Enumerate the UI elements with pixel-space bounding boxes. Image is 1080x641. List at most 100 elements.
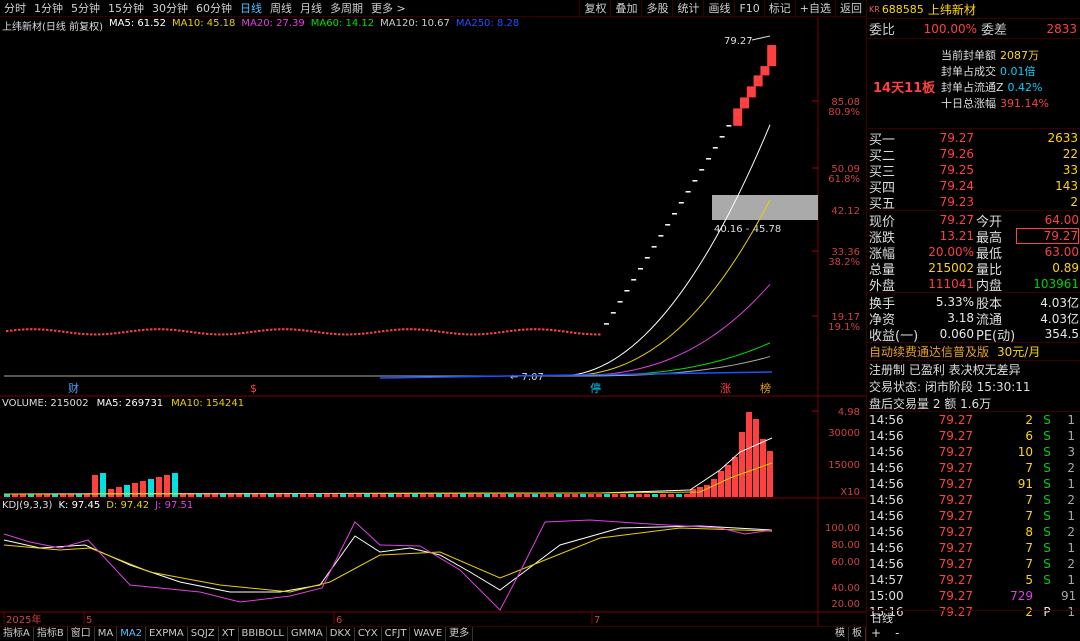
candle xyxy=(190,331,193,334)
candle xyxy=(426,329,429,332)
kdj-legend: KDJ(9,3,3) K: 97.45 D: 97.42 J: 97.51 xyxy=(2,500,193,513)
candle xyxy=(58,330,61,333)
tick-row[interactable]: 14:56 79.27 7 S 1 xyxy=(869,540,1080,556)
tick-row[interactable]: 14:57 79.27 5 S 1 xyxy=(869,572,1080,588)
candle xyxy=(186,330,189,333)
indicator-tab-12[interactable]: CFJT xyxy=(382,627,411,641)
tick-row[interactable]: 14:56 79.27 91 S 1 xyxy=(869,476,1080,492)
zoom-in-icon[interactable]: + xyxy=(871,626,881,641)
tick-row[interactable]: 14:56 79.27 10 S 3 xyxy=(869,444,1080,460)
period-status: 日线 xyxy=(867,610,1080,626)
fund-value-1: 5.33% xyxy=(935,295,974,309)
candle xyxy=(518,329,521,332)
seal-value: 391.14% xyxy=(1000,96,1049,110)
tick-list[interactable]: 14:56 79.27 2 S 1 14:56 79.27 6 S 1 14:56 79.27 10 S 3… xyxy=(867,412,1080,620)
kdj-k-label: K: 97.45 xyxy=(58,500,101,511)
indicator-tab-7[interactable]: XT xyxy=(219,627,239,641)
bid-row[interactable]: 买五 79.23 2 xyxy=(869,194,1080,212)
indicator-tab-6[interactable]: SQJZ xyxy=(188,627,219,641)
candle xyxy=(374,331,377,334)
volume-bar xyxy=(244,494,250,497)
indicator-tab-4[interactable]: MA2 xyxy=(117,627,147,641)
candle xyxy=(318,331,321,334)
indicator-tab-0[interactable]: 指标A xyxy=(0,627,34,641)
tick-volume: 7 xyxy=(1025,557,1033,571)
candle xyxy=(358,332,361,335)
tick-price: 79.27 xyxy=(938,429,973,443)
event-marker[interactable]: $ xyxy=(250,382,257,395)
tick-row[interactable]: 14:56 79.27 7 S 2 xyxy=(869,556,1080,572)
volume-bar xyxy=(644,494,650,497)
candle xyxy=(6,330,9,333)
promo-banner[interactable]: 自动续费通达信普及版 30元/月 xyxy=(867,343,1080,361)
tick-row[interactable]: 14:56 79.27 2 S 1 xyxy=(869,412,1080,428)
indicator-tab-13[interactable]: WAVE xyxy=(410,627,447,641)
indicator-tab-5[interactable]: EXPMA xyxy=(146,627,188,641)
tick-time: 14:56 xyxy=(869,429,904,443)
indicator-tab-list: 指标A 指标B 窗口 MA MA2 EXPMA SQJZ XT BBIBOLL GMMA DKX CY… xyxy=(0,627,474,641)
candle xyxy=(322,331,325,334)
indicator-tab-8[interactable]: BBIBOLL xyxy=(239,627,288,641)
candle xyxy=(753,75,763,87)
seal-row: 当前封单额 2087万 xyxy=(941,47,1049,63)
tick-time: 14:56 xyxy=(869,525,904,539)
indicator-tab-1[interactable]: 指标B xyxy=(34,627,68,641)
quote-panel: KR 688585 上纬新材 委比 100.00% 委差 2833 14天11板… xyxy=(866,0,1080,641)
tick-volume: 5 xyxy=(1025,573,1033,587)
tick-side: S xyxy=(1043,493,1051,507)
candle xyxy=(346,333,349,336)
tick-row[interactable]: 14:56 79.27 7 S 2 xyxy=(869,460,1080,476)
weicha-label: 委差 xyxy=(981,23,1008,38)
tick-price: 79.27 xyxy=(938,477,973,491)
candle xyxy=(38,328,41,331)
tick-side: S xyxy=(1043,525,1051,539)
candle xyxy=(574,331,577,334)
tick-row[interactable]: 14:56 79.27 7 S 1 xyxy=(869,508,1080,524)
volume-bar xyxy=(628,494,634,497)
candle xyxy=(526,328,529,331)
candle xyxy=(218,333,221,336)
zoom-out-icon[interactable]: - xyxy=(895,626,899,641)
ma250-line xyxy=(379,371,773,379)
indicator-tab-9[interactable]: GMMA xyxy=(288,627,327,641)
candle xyxy=(740,97,749,109)
tick-row[interactable]: 14:56 79.27 6 S 1 xyxy=(869,428,1080,444)
event-marker[interactable]: 停 xyxy=(590,381,601,395)
candle xyxy=(222,333,225,336)
fib-label: 38.2% xyxy=(828,257,860,268)
indicator-tab-2[interactable]: 窗口 xyxy=(68,627,95,641)
tick-row[interactable]: 15:00 79.27 729 91 xyxy=(869,588,1080,604)
template-button-0[interactable]: 模 xyxy=(832,627,849,641)
candle xyxy=(262,329,265,332)
event-marker[interactable]: 榜 xyxy=(760,381,771,395)
volume-bar xyxy=(580,494,586,497)
stock-code: 688585 xyxy=(881,2,924,16)
tick-price: 79.27 xyxy=(938,493,973,507)
tick-price: 79.27 xyxy=(938,589,973,603)
tick-row[interactable]: 14:56 79.27 7 S 2 xyxy=(869,492,1080,508)
volume-bar xyxy=(548,494,554,497)
high-label: 79.27 xyxy=(724,36,753,47)
volume-bar xyxy=(148,479,154,497)
template-button-1[interactable]: 板 xyxy=(849,627,866,641)
indicator-tab-3[interactable]: MA xyxy=(95,627,118,641)
indicator-tab-14[interactable]: 更多 xyxy=(446,627,474,641)
candle xyxy=(10,329,13,332)
bid-book: 买一 79.27 2633 买二 79.26 22 买三 79.25 33 买四 79.24 143 买… xyxy=(867,129,1080,212)
indicator-tab-10[interactable]: DKX xyxy=(327,627,355,641)
event-marker[interactable]: 财 xyxy=(68,381,79,395)
chart-canvas[interactable]: 85.0880.9%50.0961.8%42.1233.3638.2%19.17… xyxy=(0,0,866,626)
tick-count: 1 xyxy=(1067,509,1075,523)
candle xyxy=(494,331,497,334)
indicator-tab-11[interactable]: CYX xyxy=(355,627,382,641)
candle xyxy=(350,333,353,336)
candle xyxy=(294,328,297,331)
fund-label-2: PE(动) xyxy=(976,328,1016,344)
event-marker[interactable]: 涨 xyxy=(720,382,731,395)
volume-bar xyxy=(228,494,234,497)
candle xyxy=(266,329,269,332)
promo-price: 30元/月 xyxy=(997,345,1041,359)
tick-row[interactable]: 14:56 79.27 8 S 2 xyxy=(869,524,1080,540)
candle xyxy=(486,332,489,335)
candle xyxy=(314,330,317,333)
